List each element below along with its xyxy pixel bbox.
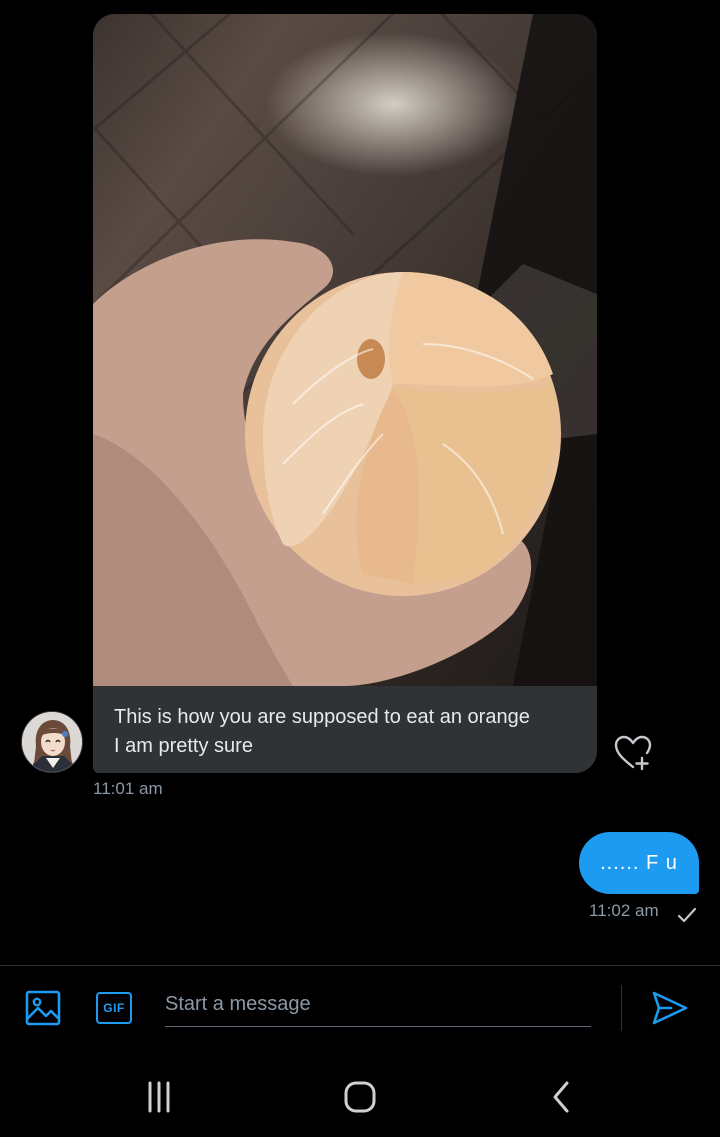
outgoing-message-text: ...... F u: [600, 851, 678, 874]
gif-label: GIF: [103, 1001, 125, 1015]
heart-plus-icon: [614, 735, 652, 771]
avatar-illustration: [22, 712, 82, 772]
image-icon: [25, 990, 61, 1026]
home-icon: [344, 1081, 376, 1113]
incoming-timestamp: 11:01 am: [93, 779, 163, 798]
message-input[interactable]: [165, 982, 591, 1027]
composer-divider: [0, 965, 720, 966]
add-photo-button[interactable]: [22, 987, 64, 1029]
home-button[interactable]: [339, 1076, 381, 1118]
composer-separator: [621, 985, 622, 1031]
check-icon: [677, 907, 697, 923]
gif-button[interactable]: GIF: [94, 988, 134, 1028]
back-icon: [553, 1081, 569, 1113]
react-button[interactable]: [612, 733, 654, 773]
outgoing-timestamp: 11:02 am: [589, 901, 659, 920]
outgoing-message[interactable]: ...... F u: [579, 832, 699, 894]
orange-photo-illustration: [93, 14, 597, 686]
recents-icon: [148, 1081, 170, 1113]
send-icon: [652, 991, 688, 1025]
system-navigation-bar: [0, 1055, 720, 1137]
message-caption: This is how you are supposed to eat an o…: [114, 706, 530, 757]
incoming-message[interactable]: This is how you are supposed to eat an o…: [93, 14, 597, 773]
message-caption-box: This is how you are supposed to eat an o…: [93, 686, 597, 773]
gif-icon: GIF: [96, 992, 132, 1024]
send-button[interactable]: [648, 986, 692, 1030]
dm-conversation-screen: This is how you are supposed to eat an o…: [0, 0, 720, 1137]
recents-button[interactable]: [138, 1077, 180, 1117]
sender-avatar[interactable]: [21, 711, 83, 773]
back-button[interactable]: [541, 1077, 581, 1117]
message-photo[interactable]: [93, 14, 597, 686]
